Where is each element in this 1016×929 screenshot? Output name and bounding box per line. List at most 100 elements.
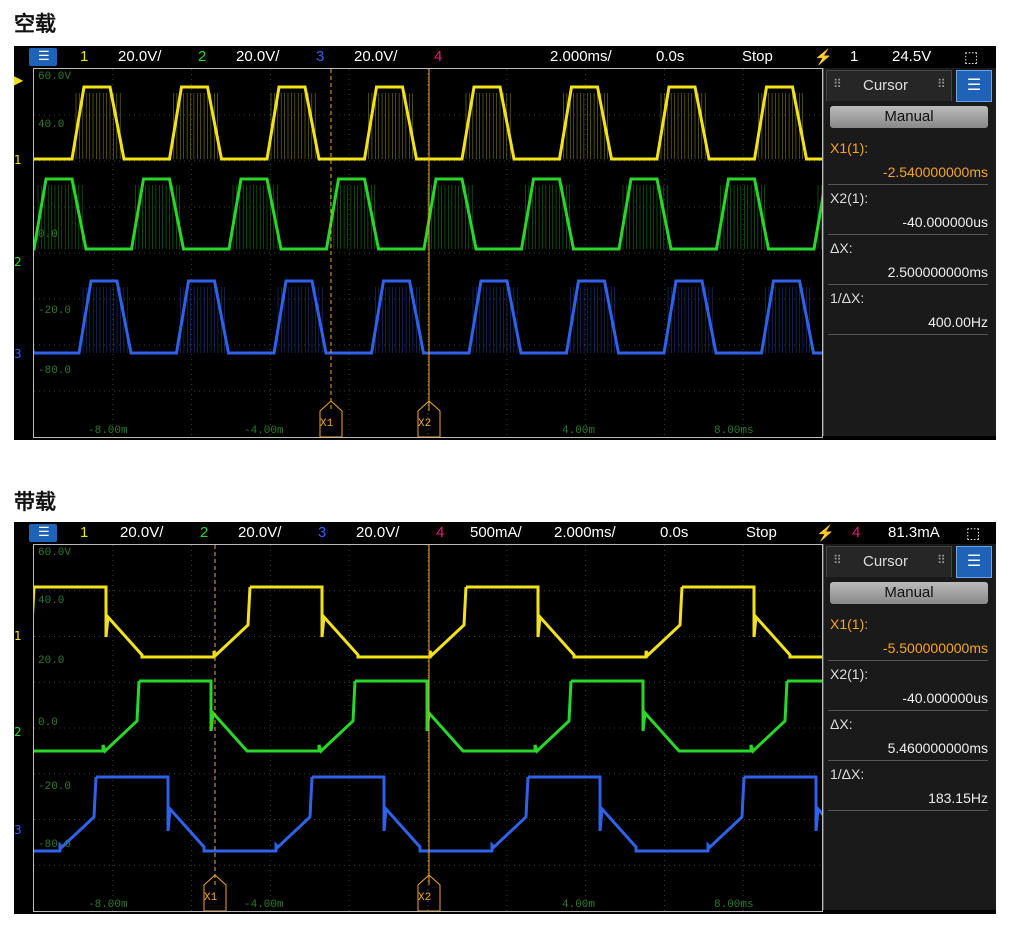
trigger-edge-icon[interactable]: ⚡ [814, 48, 833, 66]
inv-delta-x-value: 400.00Hz [928, 314, 988, 330]
heading-with-load: 带载 [14, 490, 56, 514]
divider [828, 284, 988, 285]
waveform-grid[interactable]: 60.0V 40.0 20.0 0.0 -20.0 -80.0 -8.00m -… [33, 544, 823, 912]
x2-label: X2(1): [830, 190, 869, 206]
divider [828, 334, 988, 335]
ch2-ground-marker[interactable]: 2 [14, 726, 22, 738]
drag-handle-icon[interactable]: ⠿ [833, 553, 842, 567]
drag-handle-icon[interactable]: ⠿ [937, 77, 946, 91]
delta-x-label: ΔX: [830, 716, 853, 732]
trigger-level[interactable]: 24.5V [892, 48, 931, 65]
x2-label: X2(1): [830, 666, 869, 682]
ch4-number[interactable]: 4 [436, 524, 444, 541]
ch3-scale[interactable]: 20.0V/ [356, 524, 399, 541]
delta-x-value: 5.460000000ms [887, 740, 988, 756]
waveform-trace [708, 177, 806, 251]
ch3-scale[interactable]: 20.0V/ [354, 48, 397, 65]
x1-value[interactable]: -5.500000000ms [883, 640, 988, 656]
ch2-ground-marker[interactable]: 2 [14, 256, 22, 268]
delay[interactable]: 0.0s [660, 524, 688, 541]
ch3-ground-marker[interactable]: 3 [14, 824, 22, 836]
ch3-number[interactable]: 3 [318, 524, 326, 541]
mode-manual-button[interactable]: Manual [830, 582, 988, 604]
x2-value[interactable]: -40.000000us [902, 214, 988, 230]
ch2-scale[interactable]: 20.0V/ [238, 524, 281, 541]
waveform-trace [571, 679, 789, 754]
trigger-level[interactable]: 81.3mA [888, 524, 940, 541]
ch1-ground-marker[interactable]: 1 [14, 630, 22, 642]
waveform-trace [71, 279, 169, 355]
zoom-box-icon[interactable]: ⬚ [964, 48, 978, 66]
waveform-trace [558, 279, 656, 355]
trigger-channel[interactable]: 1 [850, 48, 858, 65]
x-label: 8.00ms [714, 899, 754, 911]
mode-manual-button[interactable]: Manual [830, 106, 988, 128]
ch2-scale[interactable]: 20.0V/ [236, 48, 279, 65]
ch1-number[interactable]: 1 [80, 48, 88, 65]
x2-value[interactable]: -40.000000us [902, 690, 988, 706]
menu-icon[interactable]: ☰ [956, 70, 992, 102]
trigger-channel[interactable]: 4 [852, 524, 860, 541]
waveform-canvas [34, 69, 822, 437]
menu-icon[interactable]: ☰ [29, 48, 57, 66]
divider [828, 184, 988, 185]
waveform-trace [139, 679, 357, 754]
waveform-trace [611, 177, 709, 251]
x1-value[interactable]: -2.540000000ms [883, 164, 988, 180]
heading-no-load: 空载 [14, 12, 56, 36]
x1-label: X1(1): [830, 140, 869, 156]
ch4-number[interactable]: 4 [434, 48, 442, 65]
cursor-x1-marker[interactable]: X1 [320, 418, 333, 430]
x-label: -8.00m [88, 899, 128, 911]
waveform-trace [744, 775, 822, 832]
scope-screen-no-load: ☰ 1 20.0V/ 2 20.0V/ 3 20.0V/ 4 2.000ms/ … [14, 46, 996, 440]
cursor-x1-marker[interactable]: X1 [204, 892, 217, 904]
drag-handle-icon[interactable]: ⠿ [937, 553, 946, 567]
divider [828, 234, 988, 235]
waveform-grid[interactable]: 60.0V 40.0 0.0 -20.0 -80.0 -8.00m -4.00m… [33, 68, 823, 438]
divider [828, 660, 988, 661]
x1-label: X1(1): [830, 616, 869, 632]
timebase[interactable]: 2.000ms/ [554, 524, 616, 541]
drag-handle-icon[interactable]: ⠿ [833, 77, 842, 91]
timebase[interactable]: 2.000ms/ [550, 48, 612, 65]
divider [828, 810, 988, 811]
waveform-trace [221, 177, 319, 251]
waveform-trace [416, 177, 514, 251]
run-state[interactable]: Stop [742, 48, 773, 65]
toolbar: ☰ 1 20.0V/ 2 20.0V/ 3 20.0V/ 4 500mA/ 2.… [14, 522, 996, 544]
trigger-edge-icon[interactable]: ⚡ [816, 524, 835, 542]
cursor-panel: ⠿ Cursor ⠿ ☰ Manual X1(1): -2.540000000m… [823, 68, 996, 436]
waveform-canvas [34, 545, 822, 911]
ch2-number[interactable]: 2 [200, 524, 208, 541]
tab-cursor[interactable]: ⠿ Cursor ⠿ [826, 70, 952, 101]
waveform-trace [34, 680, 141, 754]
waveform-trace [682, 585, 822, 659]
menu-icon[interactable]: ☰ [956, 546, 992, 578]
ch1-scale[interactable]: 20.0V/ [118, 48, 161, 65]
tab-cursor[interactable]: ⠿ Cursor ⠿ [826, 546, 952, 577]
ch2-number[interactable]: 2 [198, 48, 206, 65]
delay[interactable]: 0.0s [656, 48, 684, 65]
x-label: -8.00m [88, 425, 128, 437]
ch4-scale[interactable]: 500mA/ [470, 524, 522, 541]
run-state[interactable]: Stop [746, 524, 777, 541]
menu-icon[interactable]: ☰ [29, 524, 57, 542]
waveform-trace [363, 279, 461, 355]
ch1-number[interactable]: 1 [80, 524, 88, 541]
waveform-trace [551, 85, 649, 161]
ch1-ground-marker[interactable]: 1 [14, 154, 22, 166]
ch3-number[interactable]: 3 [316, 48, 324, 65]
ch3-ground-marker[interactable]: 3 [14, 348, 22, 360]
waveform-trace [466, 585, 684, 659]
ch1-level-arrow[interactable]: ▶ [14, 74, 23, 86]
waveform-trace [250, 585, 468, 659]
waveform-trace [528, 775, 746, 853]
cursor-x2-marker[interactable]: X2 [418, 892, 431, 904]
waveform-trace [312, 775, 530, 853]
inv-delta-x-label: 1/ΔX: [830, 290, 865, 306]
ch1-scale[interactable]: 20.0V/ [120, 524, 163, 541]
zoom-box-icon[interactable]: ⬚ [966, 524, 980, 542]
waveform-trace [318, 177, 416, 251]
cursor-x2-marker[interactable]: X2 [418, 418, 431, 430]
